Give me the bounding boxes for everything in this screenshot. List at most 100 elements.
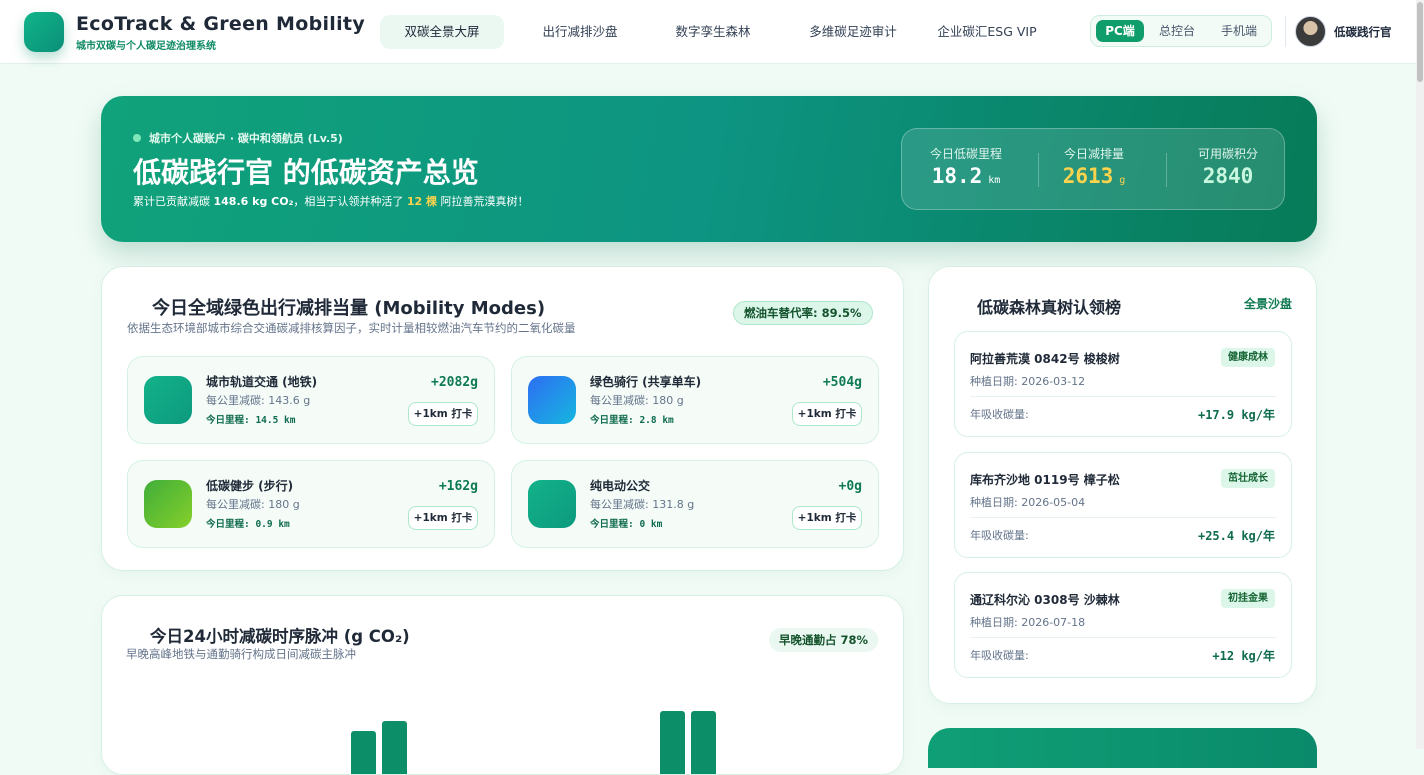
carbon-assets-hero: 城市个人碳账户 · 碳中和领航员 (Lv.5) 低碳践行官 的低碳资产总览 累计… <box>101 96 1317 242</box>
mode-rate: 每公里减碳: 131.8 g <box>590 498 695 511</box>
today-stats-panel: 今日低碳里程 18.2 km 今日减排量 2613 g 可用碳积分 2840 <box>901 128 1285 210</box>
checkin-button-metro[interactable]: +1km 打卡 <box>408 402 478 426</box>
tree-card[interactable]: 库布齐沙地 0119号 樟子松 种植日期: 2026-05-04 茁壮成长 年吸… <box>954 452 1292 558</box>
hero-description: 累计已贡献减碳 148.6 kg CO₂，相当于认领并种活了 12 棵 阿拉善荒… <box>133 193 529 209</box>
bus-icon <box>528 480 576 528</box>
tree-absorb-label: 年吸收碳量: <box>970 408 1029 421</box>
tree-absorb-value: +12 kg/年 <box>1212 649 1275 663</box>
nav-item-esg-vip[interactable]: 企业碳汇ESG VIP <box>928 15 1046 49</box>
checkin-button-bike[interactable]: +1km 打卡 <box>792 402 862 426</box>
checkin-button-walk[interactable]: +1km 打卡 <box>408 506 478 530</box>
user-avatar[interactable] <box>1295 16 1326 47</box>
tree-plant-date: 种植日期: 2026-05-04 <box>970 496 1086 509</box>
tree-card[interactable]: 通辽科尔沁 0308号 沙棘林 种植日期: 2026-07-18 初挂金果 年吸… <box>954 572 1292 678</box>
page-scrollbar[interactable] <box>1416 0 1424 749</box>
nav-item-mobility-sandbox[interactable]: 出行减排沙盘 <box>525 15 635 49</box>
mode-rate: 每公里减碳: 143.6 g <box>206 394 311 407</box>
top-navigation-bar: EcoTrack & Green Mobility 城市双碳与个人碳足迹治理系统… <box>0 0 1416 64</box>
mode-name: 绿色骑行 (共享单车) <box>590 375 702 389</box>
mode-pc-button[interactable]: PC端 <box>1096 20 1144 42</box>
mode-name: 城市轨道交通 (地铁) <box>206 375 318 389</box>
stat-label: 可用碳积分 <box>1197 147 1258 161</box>
hero-desc-suffix: 阿拉善荒漠真树！ <box>440 195 529 208</box>
mode-card-walk: 低碳健步 (步行) 每公里减碳: 180 g 今日里程: 0.9 km +162… <box>127 460 495 548</box>
tree-plant-date: 种植日期: 2026-07-18 <box>970 616 1086 629</box>
mobility-card-title: 今日全域绿色出行减排当量 (Mobility Modes) <box>152 298 546 319</box>
mode-rate: 每公里减碳: 180 g <box>206 498 300 511</box>
stat-value: 2613 g <box>1030 164 1158 188</box>
hourly-pulse-card: 今日24小时减碳时序脉冲 (g CO₂) 早晚高峰地铁与通勤骑行构成日间减碳主脉… <box>101 595 904 775</box>
stat-unit: g <box>1119 175 1126 186</box>
mode-card-metro: 城市轨道交通 (地铁) 每公里减碳: 143.6 g 今日里程: 14.5 km… <box>127 356 495 444</box>
hero-title: 低碳践行官 的低碳资产总览 <box>133 156 479 189</box>
stat-value: 18.2 km <box>902 164 1030 188</box>
mode-rate: 每公里减碳: 180 g <box>590 394 684 407</box>
pulse-bar <box>382 721 407 774</box>
walk-icon <box>144 480 192 528</box>
tree-divider <box>970 396 1276 397</box>
nav-item-dashboard[interactable]: 双碳全景大屏 <box>380 15 504 49</box>
forest-card-title: 低碳森林真树认领榜 <box>977 298 1122 317</box>
mode-distance: 今日里程: 2.8 km <box>590 415 674 426</box>
pulse-bar <box>691 711 716 774</box>
tree-name: 通辽科尔沁 0308号 沙棘林 <box>970 593 1120 607</box>
stat-value: 2840 <box>1164 164 1292 188</box>
mode-card-bike: 绿色骑行 (共享单车) 每公里减碳: 180 g 今日里程: 2.8 km +5… <box>511 356 879 444</box>
checkin-button-bus[interactable]: +1km 打卡 <box>792 506 862 530</box>
stat-label: 今日减排量 <box>1063 147 1124 161</box>
platform-mode-switch: PC端 总控台 手机端 <box>1090 15 1272 47</box>
mode-name: 低碳健步 (步行) <box>206 479 294 493</box>
mode-distance: 今日里程: 14.5 km <box>206 415 296 426</box>
brand-subtitle: 城市双碳与个人碳足迹治理系统 <box>76 41 216 52</box>
tree-absorb-label: 年吸收碳量: <box>970 649 1029 662</box>
pulse-card-title: 今日24小时减碳时序脉冲 (g CO₂) <box>150 627 410 646</box>
mode-console-button[interactable]: 总控台 <box>1149 20 1205 42</box>
nav-item-digital-forest[interactable]: 数字孪生森林 <box>658 15 768 49</box>
stat-low-carbon-distance: 今日低碳里程 18.2 km <box>902 129 1030 211</box>
stat-number: 2840 <box>1202 164 1254 188</box>
nav-item-footprint-audit[interactable]: 多维碳足迹审计 <box>785 15 921 49</box>
tree-name: 库布齐沙地 0119号 樟子松 <box>970 473 1120 487</box>
tree-plant-date: 种植日期: 2026-03-12 <box>970 375 1086 388</box>
tree-status-badge: 初挂金果 <box>1221 589 1275 608</box>
mode-name: 纯电动公交 <box>590 479 651 493</box>
mode-gain: +504g <box>822 375 862 390</box>
stat-emission-reduction: 今日减排量 2613 g <box>1030 129 1158 211</box>
stat-label: 今日低碳里程 <box>929 147 1002 161</box>
bike-icon <box>528 376 576 424</box>
forest-sandbox-link[interactable]: 全景沙盘 <box>1244 295 1292 312</box>
tree-status-badge: 健康成林 <box>1221 348 1275 367</box>
mode-gain: +162g <box>438 479 478 494</box>
pulse-card-subtitle: 早晚高峰地铁与通勤骑行构成日间减碳主脉冲 <box>126 647 356 661</box>
stat-number: 2613 <box>1062 164 1114 188</box>
brand-title: EcoTrack & Green Mobility <box>76 13 366 35</box>
mode-mobile-button[interactable]: 手机端 <box>1211 20 1267 42</box>
tree-card[interactable]: 阿拉善荒漠 0842号 梭梭树 种植日期: 2026-03-12 健康成林 年吸… <box>954 331 1292 437</box>
username[interactable]: 低碳践行官 <box>1334 24 1392 40</box>
tree-name: 阿拉善荒漠 0842号 梭梭树 <box>970 352 1120 366</box>
status-dot-icon <box>133 134 141 142</box>
tree-absorb-value: +25.4 kg/年 <box>1197 529 1275 543</box>
tree-divider <box>970 637 1276 638</box>
mobility-modes-card: 今日全域绿色出行减排当量 (Mobility Modes) 依据生态环境部城市综… <box>101 266 904 571</box>
tree-divider <box>970 517 1276 518</box>
scrollbar-thumb[interactable] <box>1417 2 1423 82</box>
metro-icon <box>144 376 192 424</box>
hero-desc-trees: 12 棵 <box>406 195 438 208</box>
forest-leaderboard-card: 低碳森林真树认领榜 全景沙盘 阿拉善荒漠 0842号 梭梭树 种植日期: 202… <box>928 266 1317 704</box>
pulse-bar <box>660 711 685 774</box>
mode-gain: +2082g <box>431 375 478 390</box>
mode-distance: 今日里程: 0.9 km <box>206 519 290 530</box>
hero-desc-prefix: 累计已贡献减碳 <box>133 195 210 208</box>
mode-distance: 今日里程: 0 km <box>590 519 663 530</box>
hero-desc-mid: ，相当于认领并种活了 <box>293 195 404 208</box>
tree-absorb-value: +17.9 kg/年 <box>1197 408 1275 422</box>
esg-promo-card <box>928 728 1317 768</box>
tree-absorb-label: 年吸收碳量: <box>970 529 1029 542</box>
app-logo-icon[interactable] <box>24 12 64 52</box>
fuel-replacement-badge: 燃油车替代率: 89.5% <box>733 301 873 325</box>
stat-carbon-points: 可用碳积分 2840 <box>1164 129 1292 211</box>
tree-status-badge: 茁壮成长 <box>1221 469 1275 488</box>
hero-account-level: 城市个人碳账户 · 碳中和领航员 (Lv.5) <box>149 132 343 145</box>
stat-number: 18.2 <box>931 164 983 188</box>
